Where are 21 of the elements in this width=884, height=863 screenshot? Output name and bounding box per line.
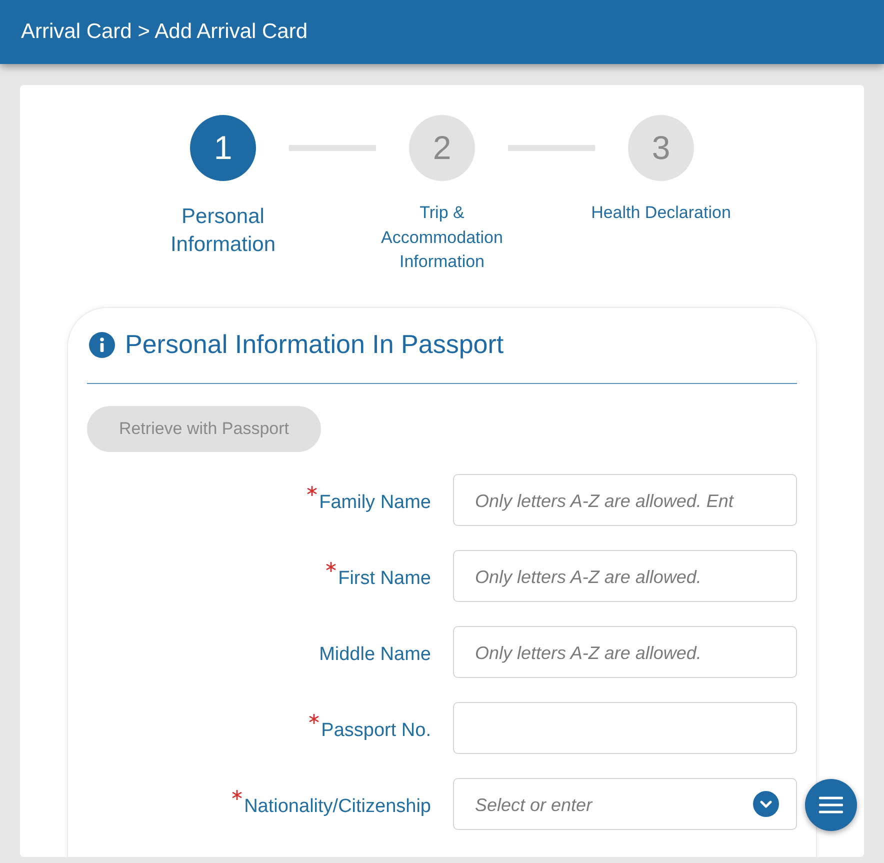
chevron-down-icon: [753, 790, 779, 816]
select-field[interactable]: Select or enter: [453, 778, 797, 830]
field-label: First Name: [338, 566, 431, 590]
field-label: Nationality/Citizenship: [244, 794, 431, 818]
step-label: Personal Information: [169, 204, 277, 258]
text-field[interactable]: Only letters A-Z are allowed. Ent: [453, 474, 797, 526]
step-number: 2: [409, 115, 475, 181]
field-label: Family Name: [319, 490, 431, 514]
step-label: Trip & Accommodation Information: [380, 202, 504, 273]
menu-icon: [819, 796, 843, 814]
text-field[interactable]: Only letters A-Z are allowed.: [453, 626, 797, 678]
field-label: Middle Name: [319, 642, 431, 666]
info-icon: [89, 332, 115, 358]
step-label: Health Declaration: [590, 202, 732, 224]
text-field[interactable]: Only letters A-Z are allowed.: [453, 550, 797, 602]
step-number: 3: [628, 115, 694, 181]
field-label: Passport No.: [321, 718, 431, 742]
text-field[interactable]: [453, 702, 797, 754]
step-number: 1: [190, 115, 256, 181]
breadcrumb: Arrival Card > Add Arrival Card: [21, 19, 308, 46]
section-title: Personal Information In Passport: [125, 328, 504, 361]
